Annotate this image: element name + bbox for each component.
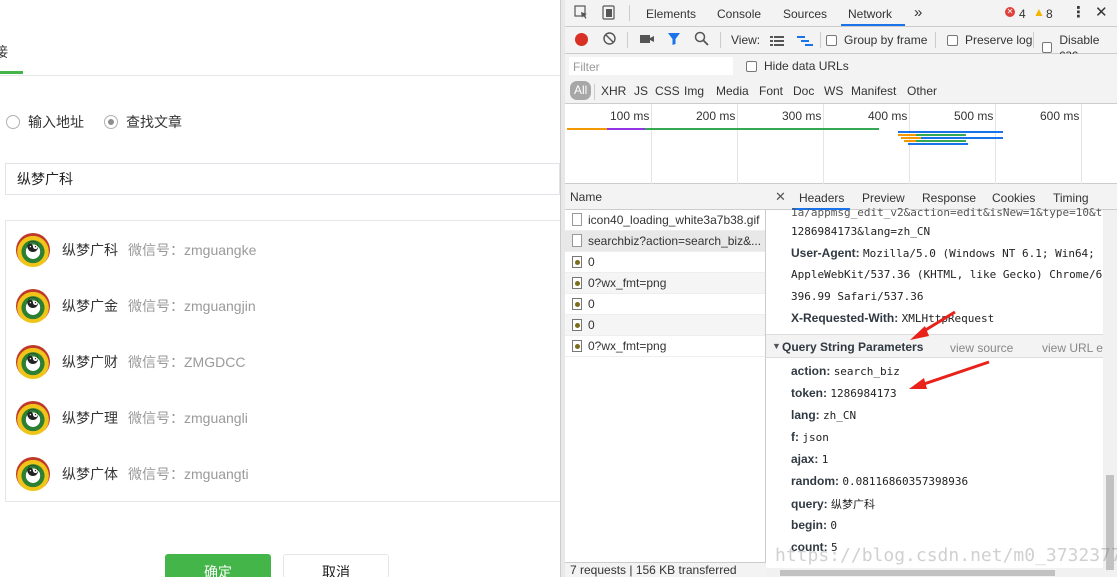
radio-label-find-article: 查找文章	[126, 114, 182, 130]
watermark: https://blog.csdn.net/m0_37323771	[775, 545, 1117, 566]
devtools-panel: Elements Console Sources Network » ✕ 4 ▲…	[565, 0, 1117, 577]
details-horizontal-scrollbar[interactable]	[766, 568, 1103, 577]
active-tab-indicator	[0, 71, 23, 74]
confirm-button[interactable]: 确定	[165, 554, 271, 577]
article-link-dialog: 接 输入地址 查找文章 纵梦广科 纵梦广科 微信号：zmguangke 纵梦广金…	[0, 0, 560, 577]
account-name: 纵梦广金	[62, 298, 118, 314]
account-wechat-id: 微信号：zmguangli	[128, 410, 248, 426]
radio-icon[interactable]	[6, 115, 20, 129]
annotation-arrowhead	[909, 378, 927, 389]
dialog-tab-label[interactable]: 接	[0, 42, 8, 62]
scroll-thumb[interactable]	[780, 570, 1055, 576]
account-result-item[interactable]: 纵梦广理 微信号：zmguangli	[16, 400, 248, 436]
account-name: 纵梦广体	[62, 466, 118, 482]
account-wechat-id: 微信号：zmguangke	[128, 242, 257, 258]
radio-label-input-address: 输入地址	[28, 114, 84, 130]
account-result-item[interactable]: 纵梦广财 微信号：ZMGDCC	[16, 344, 245, 380]
link-type-radio-group: 输入地址 查找文章	[6, 112, 202, 132]
account-result-list: 纵梦广科 微信号：zmguangke 纵梦广金 微信号：zmguangjin 纵…	[5, 220, 560, 502]
account-avatar	[16, 345, 50, 379]
account-name: 纵梦广财	[62, 354, 118, 370]
account-avatar	[16, 457, 50, 491]
account-avatar	[16, 233, 50, 267]
account-wechat-id: 微信号：ZMGDCC	[128, 354, 246, 370]
account-wechat-id: 微信号：zmguangti	[128, 466, 249, 482]
account-avatar	[16, 289, 50, 323]
details-vertical-scrollbar[interactable]	[1103, 210, 1117, 577]
radio-checked-icon[interactable]	[104, 115, 118, 129]
tab-divider	[0, 75, 560, 76]
account-result-item[interactable]: 纵梦广金 微信号：zmguangjin	[16, 288, 256, 324]
account-result-item[interactable]: 纵梦广科 微信号：zmguangke	[16, 232, 256, 268]
annotation-arrow-line	[920, 360, 990, 387]
annotation-arrows	[909, 310, 990, 389]
radio-input-address[interactable]: 输入地址	[6, 112, 84, 132]
account-name: 纵梦广理	[62, 410, 118, 426]
account-wechat-id: 微信号：zmguangjin	[128, 298, 256, 314]
account-name: 纵梦广科	[62, 242, 118, 258]
cancel-button[interactable]: 取消	[283, 554, 389, 577]
account-avatar	[16, 401, 50, 435]
radio-find-article[interactable]: 查找文章	[104, 112, 182, 132]
account-result-item[interactable]: 纵梦广体 微信号：zmguangti	[16, 456, 249, 492]
account-search-input[interactable]: 纵梦广科	[5, 163, 560, 195]
